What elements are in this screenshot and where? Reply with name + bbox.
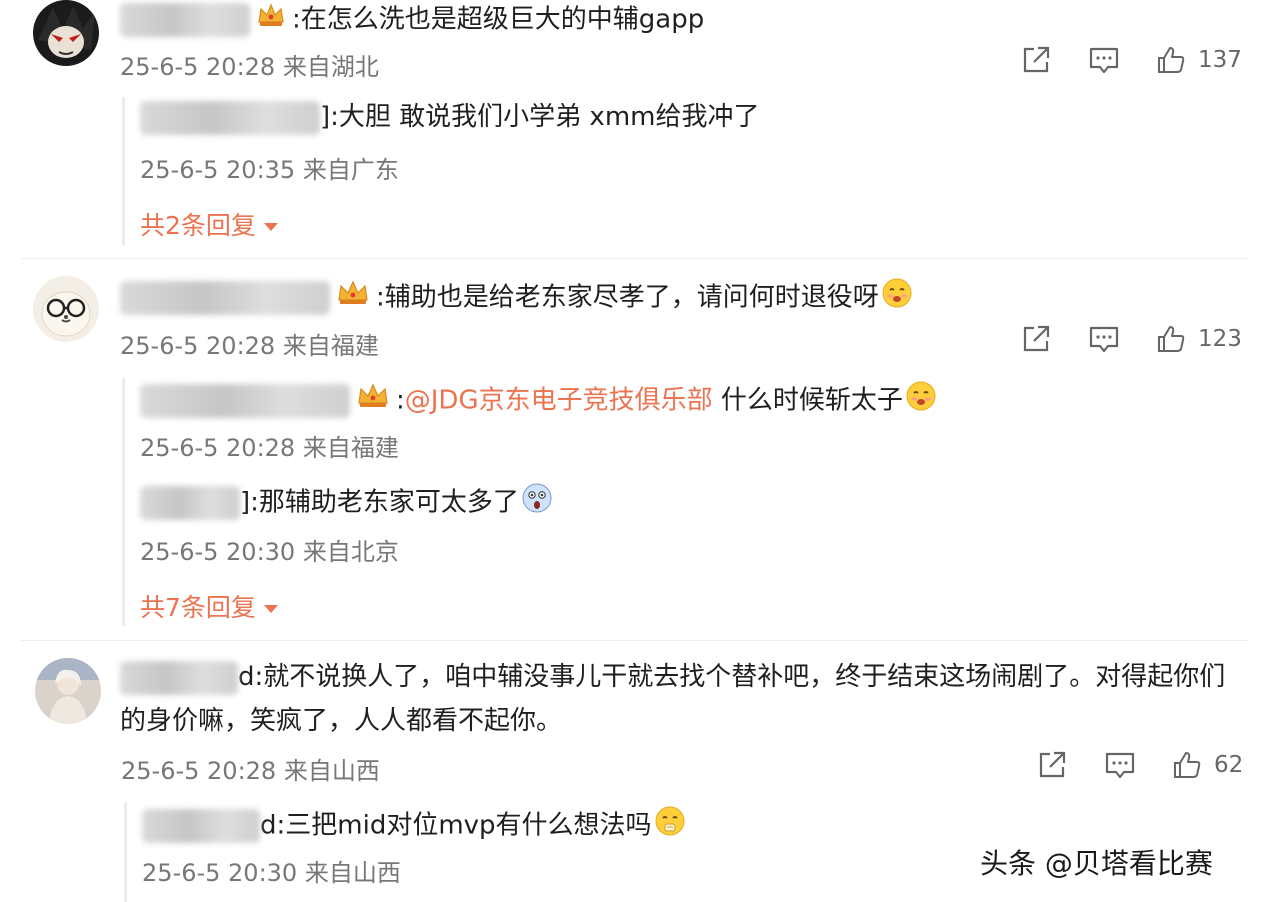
- share-icon: [1020, 323, 1052, 355]
- reply-thread-bar: [122, 378, 125, 626]
- comment-actions: 123: [984, 323, 1242, 355]
- comment-text: :在怎么洗也是超级巨大的中辅gapp: [120, 0, 704, 40]
- emoji-icon: [881, 277, 913, 319]
- comment-text: d:就不说换人了，咱中辅没事儿干就去找个替补吧，终于结束这场闹剧了。对得起你们: [120, 659, 1225, 695]
- more-replies-label: 共7条回复: [140, 593, 256, 622]
- reply-thread-bar: [122, 97, 125, 245]
- comment-body: :在怎么洗也是超级巨大的中辅gapp: [292, 4, 705, 35]
- comment-body: :辅助也是给老东家尽孝了，请问何时退役呀: [376, 282, 879, 313]
- reply-thread-bar: [124, 802, 127, 902]
- share-button[interactable]: [1020, 323, 1052, 355]
- watermark: 头条 @贝塔看比赛: [980, 847, 1213, 880]
- comment-meta: 25-6-5 20:28 来自福建: [120, 332, 379, 360]
- like-button[interactable]: 62: [1172, 750, 1243, 780]
- blurred-username[interactable]: [140, 384, 350, 418]
- reply-body: 什么时候斩太子: [712, 385, 903, 416]
- comment-icon: [1088, 323, 1120, 355]
- comment-meta: 25-6-5 20:28 来自湖北: [120, 53, 379, 81]
- reply-text: :@JDG京东电子竞技俱乐部 什么时候斩太子: [140, 380, 937, 422]
- like-button[interactable]: 137: [1156, 45, 1242, 75]
- blurred-username[interactable]: [120, 3, 250, 37]
- more-replies-label: 共2条回复: [140, 211, 256, 240]
- more-replies-link[interactable]: 共7条回复: [140, 588, 278, 624]
- chevron-down-icon: [263, 223, 278, 231]
- reply-meta: 25-6-5 20:28 来自福建: [140, 434, 399, 462]
- mention-link[interactable]: @JDG京东电子竞技俱乐部: [405, 386, 713, 416]
- like-count: 123: [1198, 326, 1242, 352]
- blurred-username[interactable]: [142, 809, 260, 843]
- reply-meta: 25-6-5 20:30 来自山西: [142, 859, 401, 887]
- comment-body: d:就不说换人了，咱中辅没事儿干就去找个替补吧，终于结束这场闹剧了。对得起你们: [238, 662, 1226, 692]
- reply-button[interactable]: [1088, 44, 1120, 76]
- blurred-username[interactable]: [140, 100, 320, 135]
- chevron-down-icon: [263, 605, 278, 613]
- more-replies-link[interactable]: 共2条回复: [140, 206, 278, 242]
- like-count: 62: [1214, 752, 1244, 778]
- comment-icon: [1104, 749, 1136, 781]
- comment-text: :辅助也是给老东家尽孝了，请问何时退役呀: [120, 277, 913, 319]
- like-icon: [1156, 324, 1186, 354]
- reply-meta: 25-6-5 20:30 来自北京: [140, 538, 399, 566]
- reply-body: ]:那辅助老东家可太多了: [240, 487, 519, 518]
- reply-text: d:三把mid对位mvp有什么想法吗: [142, 805, 686, 847]
- crown-badge-icon: [256, 0, 286, 40]
- like-icon: [1172, 750, 1202, 780]
- like-count: 137: [1198, 47, 1242, 73]
- comment-meta: 25-6-5 20:28 来自山西: [121, 757, 380, 785]
- share-button[interactable]: [1036, 749, 1068, 781]
- divider: [20, 640, 1248, 641]
- comment-icon: [1088, 44, 1120, 76]
- blurred-username[interactable]: [120, 281, 330, 315]
- blurred-username[interactable]: [140, 486, 240, 520]
- crown-badge-icon: [336, 278, 370, 318]
- reply-button[interactable]: [1104, 749, 1136, 781]
- comment-text-cont: 的身价嘛，笑疯了，人人都看不起你。: [120, 706, 563, 736]
- like-icon: [1156, 45, 1186, 75]
- avatar[interactable]: [33, 276, 99, 342]
- reply-body: ]:大胆 敢说我们小学弟 xmm给我冲了: [320, 102, 760, 132]
- share-icon: [1036, 749, 1068, 781]
- avatar[interactable]: [33, 0, 99, 66]
- avatar[interactable]: [35, 658, 101, 724]
- share-button[interactable]: [1020, 44, 1052, 76]
- emoji-icon: [905, 380, 937, 422]
- reply-text: ]:大胆 敢说我们小学弟 xmm给我冲了: [140, 99, 759, 135]
- emoji-icon: [654, 805, 686, 847]
- reply-button[interactable]: [1088, 323, 1120, 355]
- like-button[interactable]: 123: [1156, 324, 1242, 354]
- reply-body: d:三把mid对位mvp有什么想法吗: [260, 810, 652, 841]
- reply-meta: 25-6-5 20:35 来自广东: [140, 156, 399, 184]
- comment-actions: 62: [1000, 749, 1243, 781]
- share-icon: [1020, 44, 1052, 76]
- blurred-username[interactable]: [120, 660, 238, 695]
- emoji-icon: [521, 482, 553, 524]
- reply-text: ]:那辅助老东家可太多了: [140, 482, 553, 524]
- reply-prefix: :: [396, 385, 405, 416]
- crown-badge-icon: [356, 381, 390, 421]
- divider: [20, 258, 1248, 259]
- comment-actions: 137: [984, 44, 1242, 76]
